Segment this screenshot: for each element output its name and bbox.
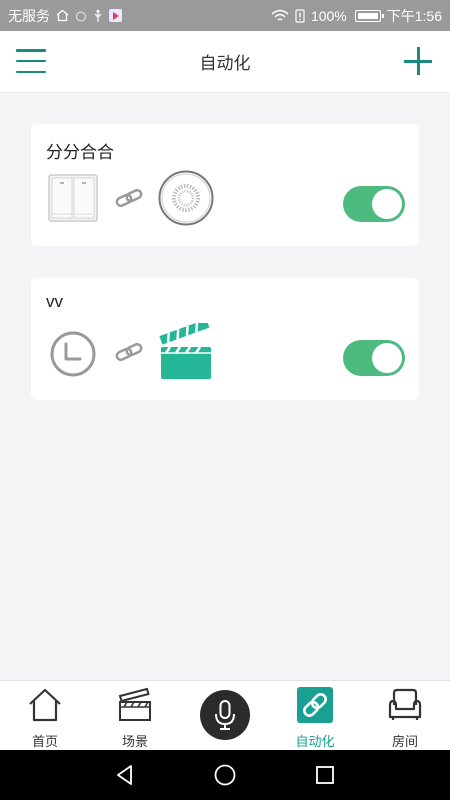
automation-card[interactable]: 分分合合	[31, 124, 419, 246]
nav-item-home[interactable]: 首页	[0, 681, 90, 751]
automation-rule-row	[48, 170, 214, 231]
nav-item-scene[interactable]: 场景	[90, 681, 180, 751]
home-icon	[27, 687, 63, 723]
app-notification-icon	[109, 9, 122, 22]
app-header: 自动化	[0, 31, 450, 93]
home-status-icon	[56, 9, 69, 22]
link-icon	[114, 342, 144, 367]
status-bar: 无服务 100% 下午1:56	[0, 0, 450, 31]
wall-switch-icon	[48, 173, 98, 228]
nav-item-room[interactable]: 房间	[360, 681, 450, 751]
back-icon[interactable]	[113, 763, 137, 787]
menu-icon[interactable]	[16, 49, 46, 73]
recents-icon[interactable]	[313, 763, 337, 787]
automation-name: 分分合合	[46, 143, 114, 162]
automation-card[interactable]: vv	[31, 278, 419, 400]
automation-name: vv	[46, 292, 63, 311]
plus-icon[interactable]	[402, 45, 434, 77]
carrier-text: 无服务	[8, 7, 50, 24]
alert-icon	[295, 8, 305, 23]
automation-toggle[interactable]	[343, 186, 405, 222]
toggle-knob	[372, 343, 402, 373]
battery-percent: 100%	[310, 7, 347, 24]
usb-icon	[93, 9, 103, 23]
link-icon	[297, 687, 333, 723]
clapperboard-scene-icon	[158, 318, 214, 386]
nav-label: 场景	[121, 734, 148, 749]
clock-time: 下午1:56	[386, 7, 442, 24]
microphone-icon	[215, 700, 235, 730]
nav-label: 房间	[391, 734, 418, 749]
link-icon	[114, 188, 144, 213]
sofa-icon	[387, 687, 423, 723]
wifi-icon	[271, 9, 289, 23]
automation-rule-row	[48, 318, 214, 382]
nav-label: 首页	[31, 734, 58, 749]
automation-toggle[interactable]	[343, 340, 405, 376]
microphone-button[interactable]	[200, 690, 250, 740]
speaker-device-icon	[158, 170, 214, 231]
alarm-status-icon	[75, 10, 87, 22]
nav-label: 自动化	[295, 734, 335, 749]
system-nav-bar	[0, 750, 450, 800]
page-title: 自动化	[199, 54, 251, 73]
bottom-nav: 首页 场景 自动化 房间	[0, 680, 450, 750]
nav-item-automation[interactable]: 自动化	[270, 681, 360, 751]
home-circle-icon[interactable]	[213, 763, 237, 787]
clapperboard-icon	[117, 687, 153, 723]
battery-icon	[354, 9, 384, 22]
toggle-knob	[372, 189, 402, 219]
clock-icon	[48, 327, 98, 382]
